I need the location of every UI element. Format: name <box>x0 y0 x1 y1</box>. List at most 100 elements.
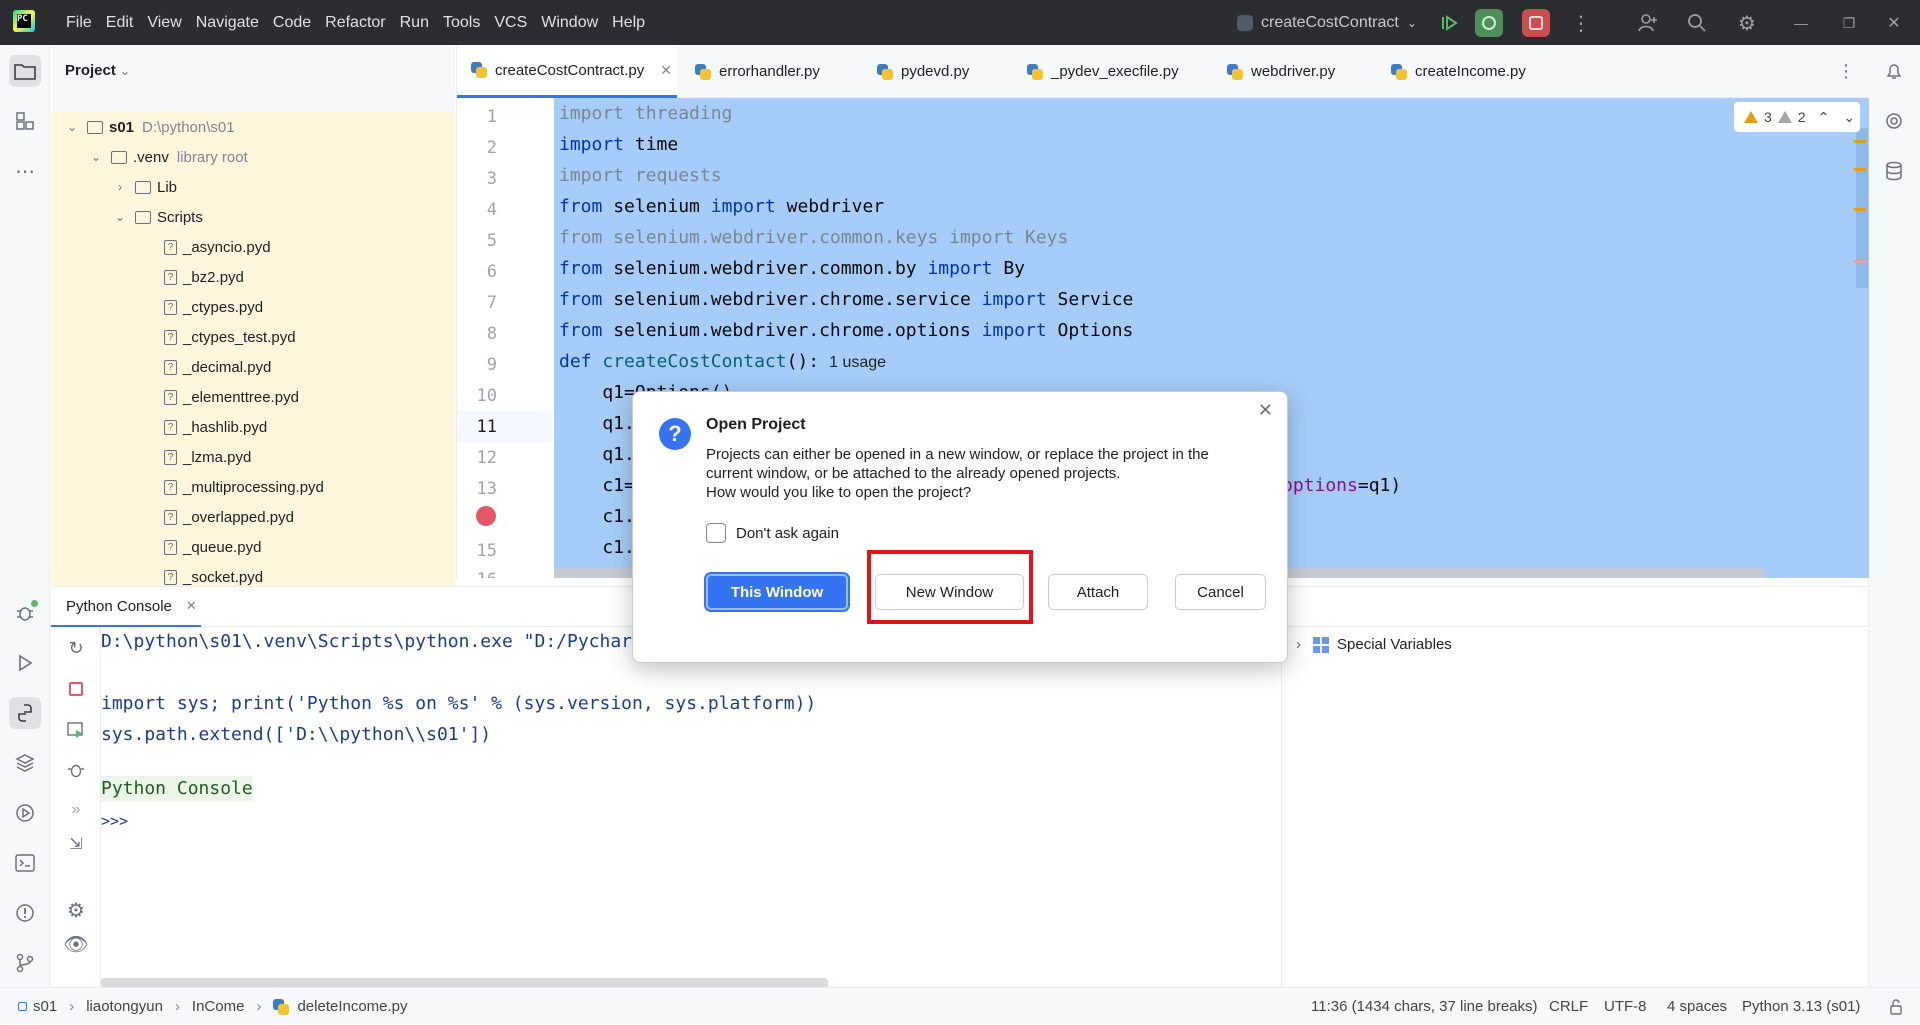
tab-options-icon[interactable]: ⋮ <box>1837 45 1855 98</box>
inspection-widget[interactable]: 3 2 ⌃ ⌄ <box>1734 102 1860 132</box>
menu-navigate[interactable]: Navigate <box>196 14 259 32</box>
history-icon[interactable]: » <box>60 794 92 826</box>
tab-webdriver[interactable]: webdriver.py <box>1227 45 1335 98</box>
add-user-icon[interactable] <box>1634 9 1662 37</box>
structure-icon[interactable] <box>9 105 41 137</box>
tree-file-item[interactable]: ? _overlapped.pyd <box>51 502 455 532</box>
run-config-selector[interactable]: createCostContract ⌄ <box>1237 0 1417 45</box>
console-prompt[interactable]: >>> <box>101 812 128 830</box>
tree-file-item[interactable]: ? _ctypes.pyd <box>51 292 455 322</box>
attach-button[interactable]: Attach <box>1048 574 1148 610</box>
close-tab-icon[interactable]: ✕ <box>660 62 672 79</box>
debug-bug-icon[interactable] <box>9 597 41 629</box>
caret-position[interactable]: 11:36 (1434 chars, 37 line breaks) <box>1311 988 1538 1025</box>
menu-view[interactable]: View <box>147 14 181 32</box>
debug-console-icon[interactable] <box>60 754 92 786</box>
restore-icon[interactable]: ❐ <box>1835 9 1863 37</box>
special-variables-node[interactable]: › Special Variables <box>1296 636 1452 653</box>
services-icon[interactable] <box>9 797 41 829</box>
python-interpreter[interactable]: Python 3.13 (s01) <box>1742 988 1860 1025</box>
tree-file-item[interactable]: ? _queue.pyd <box>51 532 455 562</box>
project-panel-header[interactable]: Project ⌄ <box>65 62 130 79</box>
tree-file-item[interactable]: ? _lzma.pyd <box>51 442 455 472</box>
problems-icon[interactable] <box>9 897 41 929</box>
file-encoding[interactable]: UTF-8 <box>1604 988 1647 1025</box>
stop-icon[interactable] <box>60 673 92 705</box>
warning-marker[interactable] <box>1854 140 1866 143</box>
ai-assistant-icon[interactable] <box>1878 105 1910 137</box>
chevron-down-icon[interactable]: ⌄ <box>1843 109 1855 126</box>
stop-icon[interactable] <box>1522 9 1550 37</box>
git-icon[interactable] <box>9 947 41 979</box>
tree-item-venv[interactable]: ⌄ .venv library root <box>51 142 455 172</box>
search-icon[interactable] <box>1683 9 1711 37</box>
indent-setting[interactable]: 4 spaces <box>1667 988 1727 1025</box>
menu-window[interactable]: Window <box>541 14 598 32</box>
checkbox-box[interactable] <box>706 523 726 543</box>
tree-item-root[interactable]: ⌄ s01 D:\python\s01 <box>51 112 455 142</box>
tree-file-item[interactable]: ? _asyncio.pyd <box>51 232 455 262</box>
close-window-icon[interactable]: ✕ <box>1880 9 1908 37</box>
menu-code[interactable]: Code <box>273 14 311 32</box>
line-separator[interactable]: CRLF <box>1549 988 1588 1025</box>
chevron-up-icon[interactable]: ⌃ <box>1818 109 1830 126</box>
dont-ask-again-checkbox[interactable]: Don't ask again <box>706 523 839 543</box>
tree-item-scripts[interactable]: ⌄ Scripts <box>51 202 455 232</box>
warning-marker[interactable] <box>1854 208 1866 211</box>
tab-errorhandler[interactable]: errorhandler.py <box>695 45 820 98</box>
more-vertical-icon[interactable]: ⋮ <box>1567 9 1595 37</box>
menu-run[interactable]: Run <box>400 14 429 32</box>
terminal-icon[interactable] <box>9 847 41 879</box>
run-tool-icon[interactable] <box>9 647 41 679</box>
usage-hint[interactable]: 1 usage <box>829 354 886 371</box>
chevron-down-icon[interactable]: ⌄ <box>89 150 103 164</box>
breadcrumb-item[interactable]: liaotongyun <box>86 998 163 1015</box>
breadcrumb-item[interactable]: s01 <box>33 998 57 1015</box>
pycharm-logo-icon[interactable]: PC <box>13 10 35 32</box>
error-marker[interactable] <box>1854 260 1866 263</box>
menu-tools[interactable]: Tools <box>443 14 480 32</box>
chevron-right-icon[interactable]: › <box>1296 636 1301 653</box>
close-icon[interactable]: ✕ <box>1258 400 1273 421</box>
tree-file-item[interactable]: ? _decimal.pyd <box>51 352 455 382</box>
run-icon[interactable] <box>1435 9 1463 37</box>
breadcrumb-item[interactable]: InCome <box>192 998 245 1015</box>
chevron-down-icon[interactable]: ⌄ <box>113 210 127 224</box>
console-settings-icon[interactable]: ⚙ <box>60 894 92 926</box>
settings-gear-icon[interactable]: ⚙ <box>1733 9 1761 37</box>
tree-file-item[interactable]: ? _hashlib.pyd <box>51 412 455 442</box>
tab-pydev-execfile[interactable]: _pydev_execfile.py <box>1027 45 1179 98</box>
menu-edit[interactable]: Edit <box>106 14 134 32</box>
warning-marker[interactable] <box>1854 168 1866 171</box>
lock-icon[interactable] <box>1888 988 1904 1025</box>
menu-file[interactable]: File <box>66 14 92 32</box>
menu-help[interactable]: Help <box>612 14 645 32</box>
tab-pydevd[interactable]: pydevd.py <box>877 45 969 98</box>
tab-createincome[interactable]: createIncome.py <box>1391 45 1526 98</box>
console-output[interactable]: D:\python\s01\.venv\Scripts\python.exe "… <box>101 631 1331 961</box>
menu-refactor[interactable]: Refactor <box>325 14 385 32</box>
minimize-icon[interactable]: — <box>1787 9 1815 37</box>
this-window-button[interactable]: This Window <box>706 574 848 610</box>
tree-file-item[interactable]: ? _bz2.pyd <box>51 262 455 292</box>
database-icon[interactable] <box>1878 155 1910 187</box>
menu-vcs[interactable]: VCS <box>494 14 527 32</box>
project-folder-icon[interactable] <box>9 55 41 87</box>
tree-file-item[interactable]: ? _ctypes_test.pyd <box>51 322 455 352</box>
rerun-debug-icon[interactable] <box>1475 9 1503 37</box>
watch-eye-icon[interactable]: 👁 <box>60 928 92 960</box>
tab-createcostcontract[interactable]: createCostContract.py ✕ <box>457 45 677 98</box>
breakpoint-icon[interactable] <box>476 506 496 526</box>
tree-file-item[interactable]: ? _elementtree.pyd <box>51 382 455 412</box>
python-packages-icon[interactable] <box>9 747 41 779</box>
tree-file-item[interactable]: ? _multiprocessing.pyd <box>51 472 455 502</box>
python-console-icon[interactable] <box>9 697 41 729</box>
chevron-down-icon[interactable]: ⌄ <box>65 120 79 134</box>
more-tools-icon[interactable]: ⋯ <box>9 155 41 187</box>
tab-python-console[interactable]: Python Console ✕ <box>51 587 201 627</box>
close-tab-icon[interactable]: ✕ <box>186 598 197 614</box>
rerun-icon[interactable]: ↻ <box>60 632 92 664</box>
notifications-bell-icon[interactable] <box>1878 55 1910 87</box>
tree-item-lib[interactable]: › Lib <box>51 172 455 202</box>
breadcrumb-item[interactable]: deleteIncome.py <box>297 998 407 1015</box>
